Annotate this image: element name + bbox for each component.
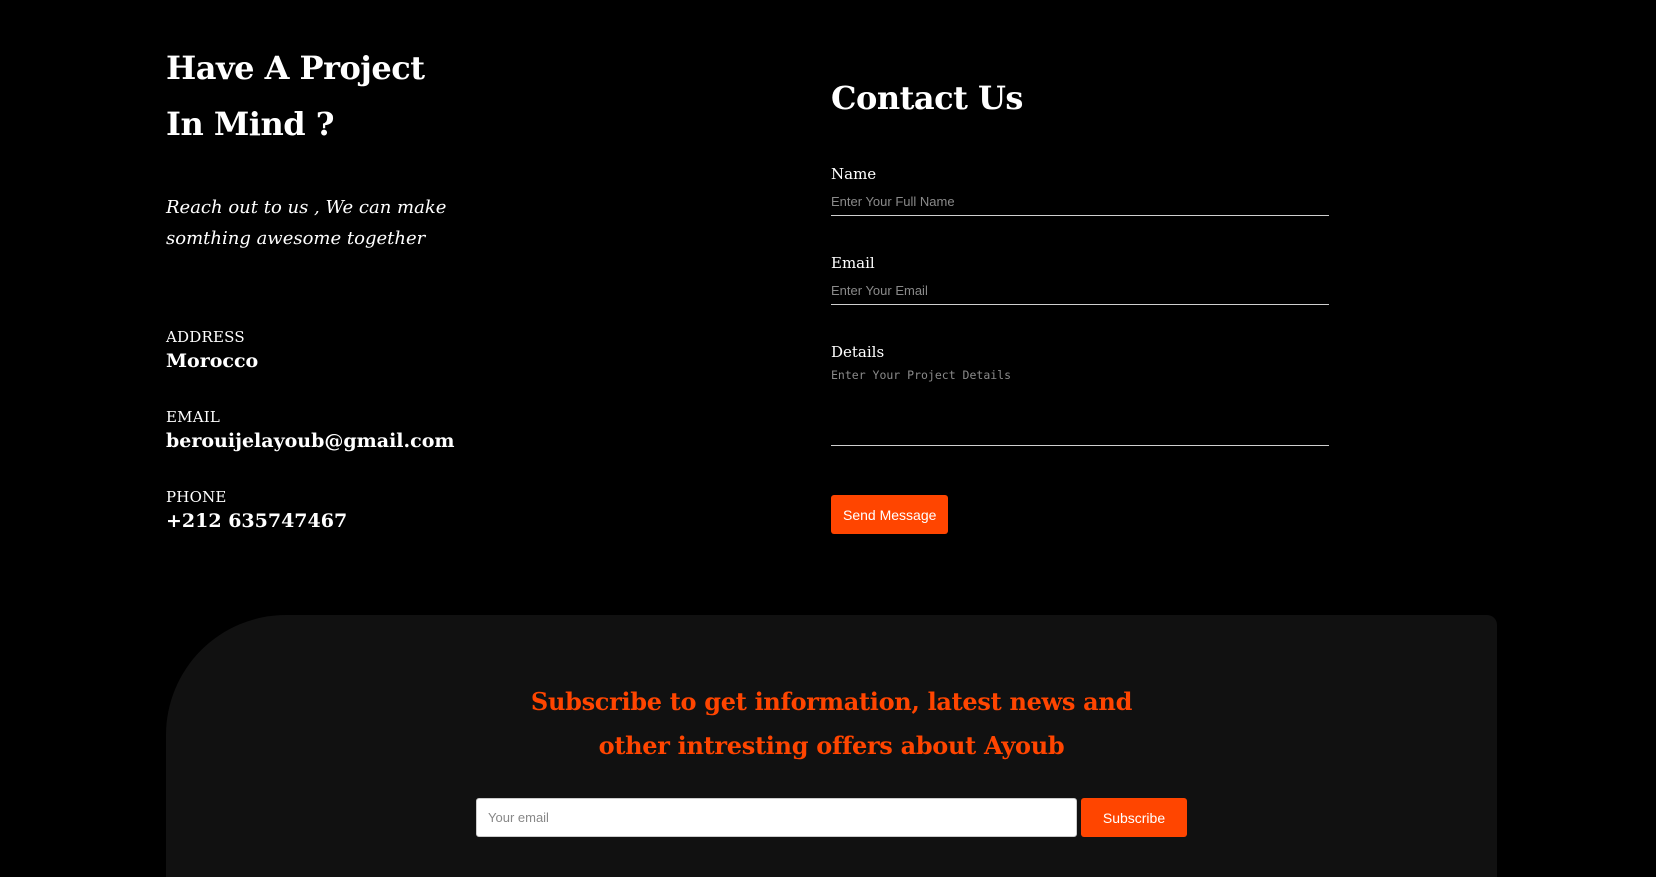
details-label: Details [831, 343, 885, 361]
name-input[interactable] [831, 188, 1329, 216]
contact-form: Contact Us Name Email Details Send Messa… [831, 75, 1331, 534]
newsletter-form: Subscribe [476, 798, 1187, 837]
newsletter-panel: Subscribe to get information, latest new… [166, 615, 1497, 877]
address-info: ADDRESS Morocco [166, 327, 258, 375]
address-value: Morocco [166, 350, 259, 372]
name-label: Name [831, 165, 877, 183]
newsletter-title: Subscribe to get information, latest new… [530, 687, 1133, 760]
email-info: EMAIL berouijelayoub@gmail.com [166, 407, 455, 455]
headline-line-2: In Mind ? [166, 105, 334, 143]
subscribe-button[interactable]: Subscribe [1081, 798, 1187, 837]
name-field-group: Name [831, 164, 1329, 216]
phone-value: +212 635747467 [166, 510, 348, 532]
email-field-label: Email [831, 254, 875, 272]
project-tagline: Reach out to us , We can make somthing a… [166, 197, 447, 249]
phone-info: PHONE +212 635747467 [166, 487, 347, 535]
project-headline: Have A Project In Mind ? [166, 40, 626, 152]
details-field-group: Details [831, 342, 1329, 446]
send-message-button[interactable]: Send Message [831, 495, 949, 534]
project-intro: Have A Project In Mind ? Reach out to us… [166, 40, 626, 254]
email-value: berouijelayoub@gmail.com [166, 430, 455, 452]
email-field-group: Email [831, 253, 1329, 305]
email-label: EMAIL [166, 408, 221, 426]
details-textarea[interactable] [831, 366, 1329, 446]
contact-page: Have A Project In Mind ? Reach out to us… [0, 0, 1656, 877]
contact-title: Contact Us [831, 79, 1023, 117]
headline-line-1: Have A Project [166, 49, 425, 87]
phone-label: PHONE [166, 488, 227, 506]
newsletter-email-input[interactable] [476, 798, 1077, 837]
address-label: ADDRESS [166, 328, 245, 346]
email-input[interactable] [831, 277, 1329, 305]
